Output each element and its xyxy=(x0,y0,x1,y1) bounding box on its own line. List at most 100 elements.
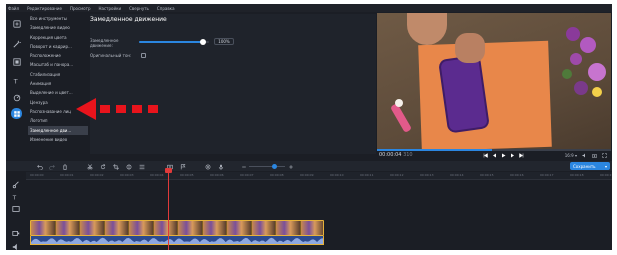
audio-waveform xyxy=(31,237,323,244)
clip-thumbnail xyxy=(31,221,56,235)
ruler-tick-label: 00:00:08 xyxy=(270,173,284,177)
aspect-ratio-select[interactable]: 16:9 ▾ xyxy=(565,153,577,158)
chevron-down-icon[interactable]: ▾ xyxy=(605,164,607,169)
clip-thumbnail xyxy=(227,221,252,235)
current-time: 00:00:04 310 xyxy=(379,152,413,158)
slowdown-label: Замедленное движение: xyxy=(90,38,119,48)
ruler-tick-label: 00:00:01 xyxy=(60,173,74,177)
effect-item[interactable]: Замедленное дви... xyxy=(28,125,88,135)
ruler-tick-label: 00:00:18 xyxy=(570,173,584,177)
settings-panel: Замедленное движение Замедленное движени… xyxy=(90,14,376,154)
microphone-icon[interactable] xyxy=(217,163,224,170)
ruler-tick-label: 00:00:11 xyxy=(360,173,374,177)
stickers-icon[interactable] xyxy=(11,92,22,103)
skip-forward-icon[interactable] xyxy=(518,152,524,158)
crop-icon[interactable] xyxy=(112,163,119,170)
preview-bead xyxy=(395,99,403,107)
magic-wand-icon[interactable] xyxy=(11,38,22,49)
ruler-tick-label: 00:00:06 xyxy=(210,173,224,177)
menu-help[interactable]: Справка xyxy=(157,6,175,11)
text-track-icon[interactable]: T xyxy=(12,186,20,201)
rotate-icon[interactable] xyxy=(99,163,106,170)
clip-thumbnail xyxy=(251,221,276,235)
svg-text:T: T xyxy=(13,77,18,85)
menu-bar: Файл Редактирование Просмотр Настройки С… xyxy=(6,4,612,12)
playback-right-controls: 16:9 ▾ xyxy=(565,152,607,158)
ruler-tick-label: 00:00:15 xyxy=(480,173,494,177)
zoom-out-icon[interactable] xyxy=(240,163,247,170)
effect-item[interactable]: Стабилизация xyxy=(28,70,88,79)
effects-list: Все инструменты Замедление видео Коррекция… xyxy=(28,14,88,150)
menu-minimize[interactable]: Свернуть xyxy=(129,6,149,11)
effect-item[interactable]: Замедление видео xyxy=(28,23,88,32)
audio-clip[interactable] xyxy=(30,236,324,245)
skip-back-icon[interactable] xyxy=(482,152,488,158)
effect-item[interactable]: Выделение и цвет... xyxy=(28,88,88,97)
slowdown-value-input[interactable]: 100% xyxy=(214,38,234,45)
step-forward-icon[interactable] xyxy=(509,152,515,158)
ruler-tick-label: 00:00:12 xyxy=(390,173,404,177)
save-button[interactable]: Сохранить ▾ xyxy=(570,162,610,170)
timeline-ruler[interactable]: 00:00:00 00:00:01 00:00:02 00:00:03 00:00:04… xyxy=(6,172,612,180)
slowdown-slider-knob[interactable] xyxy=(200,39,207,45)
menu-view[interactable]: Просмотр xyxy=(70,6,91,11)
audio-track-icon[interactable] xyxy=(12,236,20,250)
video-track-icon[interactable] xyxy=(12,222,20,236)
ruler-tick-label: 00:00:14 xyxy=(450,173,464,177)
titles-icon[interactable]: T xyxy=(11,75,22,86)
play-icon[interactable] xyxy=(500,152,506,158)
video-clip[interactable] xyxy=(30,220,324,236)
filters-icon[interactable] xyxy=(11,56,22,67)
undo-icon[interactable] xyxy=(36,163,43,170)
overlay-track-icon[interactable] xyxy=(12,198,20,212)
scissors-icon[interactable] xyxy=(12,174,20,189)
video-preview[interactable] xyxy=(377,13,611,149)
record-voice-icon[interactable] xyxy=(204,163,211,170)
slowdown-slider[interactable] xyxy=(139,39,209,45)
delete-icon[interactable] xyxy=(61,163,68,170)
ruler-tick-label: 00:00:19 xyxy=(600,173,612,177)
cut-icon[interactable] xyxy=(86,163,93,170)
redo-icon[interactable] xyxy=(48,163,55,170)
properties-icon[interactable] xyxy=(138,163,145,170)
volume-icon[interactable] xyxy=(581,152,587,158)
effect-item[interactable]: Анимация xyxy=(28,79,88,88)
clip-thumbnail xyxy=(80,221,105,235)
menu-settings[interactable]: Настройки xyxy=(99,6,122,11)
effect-item[interactable]: Все инструменты xyxy=(28,14,88,23)
clip-thumbnail xyxy=(276,221,301,235)
clip-thumbnail xyxy=(153,221,178,235)
original-sound-checkbox[interactable] xyxy=(141,53,146,58)
more-tools-icon[interactable] xyxy=(11,108,22,119)
effect-item[interactable]: Коррекция цвета xyxy=(28,33,88,42)
playback-progress[interactable] xyxy=(377,149,611,151)
effect-item[interactable]: Поворот и кадрир... xyxy=(28,42,88,51)
zoom-slider-knob[interactable] xyxy=(271,164,277,169)
menu-file[interactable]: Файл xyxy=(8,6,19,11)
effect-item[interactable]: Расположение xyxy=(28,51,88,60)
color-adjust-icon[interactable] xyxy=(125,163,132,170)
original-sound-label: Оригинальный тон: xyxy=(90,53,132,58)
zoom-slider[interactable] xyxy=(249,164,285,169)
menu-edit[interactable]: Редактирование xyxy=(27,6,62,11)
timeline-toolbar: Сохранить ▾ xyxy=(6,161,612,171)
zoom-in-icon[interactable] xyxy=(287,163,294,170)
fullscreen-icon[interactable] xyxy=(601,152,607,158)
import-icon[interactable] xyxy=(11,18,22,29)
playhead[interactable] xyxy=(168,169,169,250)
ruler-tick-label: 00:00:07 xyxy=(240,173,254,177)
playback-progress-fill xyxy=(377,149,492,151)
step-back-icon[interactable] xyxy=(491,152,497,158)
current-time-main: 00:00:04 xyxy=(379,152,402,158)
preview-flowers xyxy=(562,23,611,113)
effect-item[interactable]: Масштаб и панора... xyxy=(28,60,88,69)
track-controls: T xyxy=(6,172,26,250)
clip-thumbnail xyxy=(300,221,323,235)
ruler-tick-label: 00:00:16 xyxy=(510,173,524,177)
ruler-tick-label: 00:00:13 xyxy=(420,173,434,177)
snapshot-icon[interactable] xyxy=(591,152,597,158)
effect-item[interactable]: Изменение видео xyxy=(28,135,88,144)
marker-icon[interactable] xyxy=(179,163,186,170)
ruler-tick-label: 00:00:09 xyxy=(300,173,314,177)
clip-thumbnail xyxy=(55,221,80,235)
